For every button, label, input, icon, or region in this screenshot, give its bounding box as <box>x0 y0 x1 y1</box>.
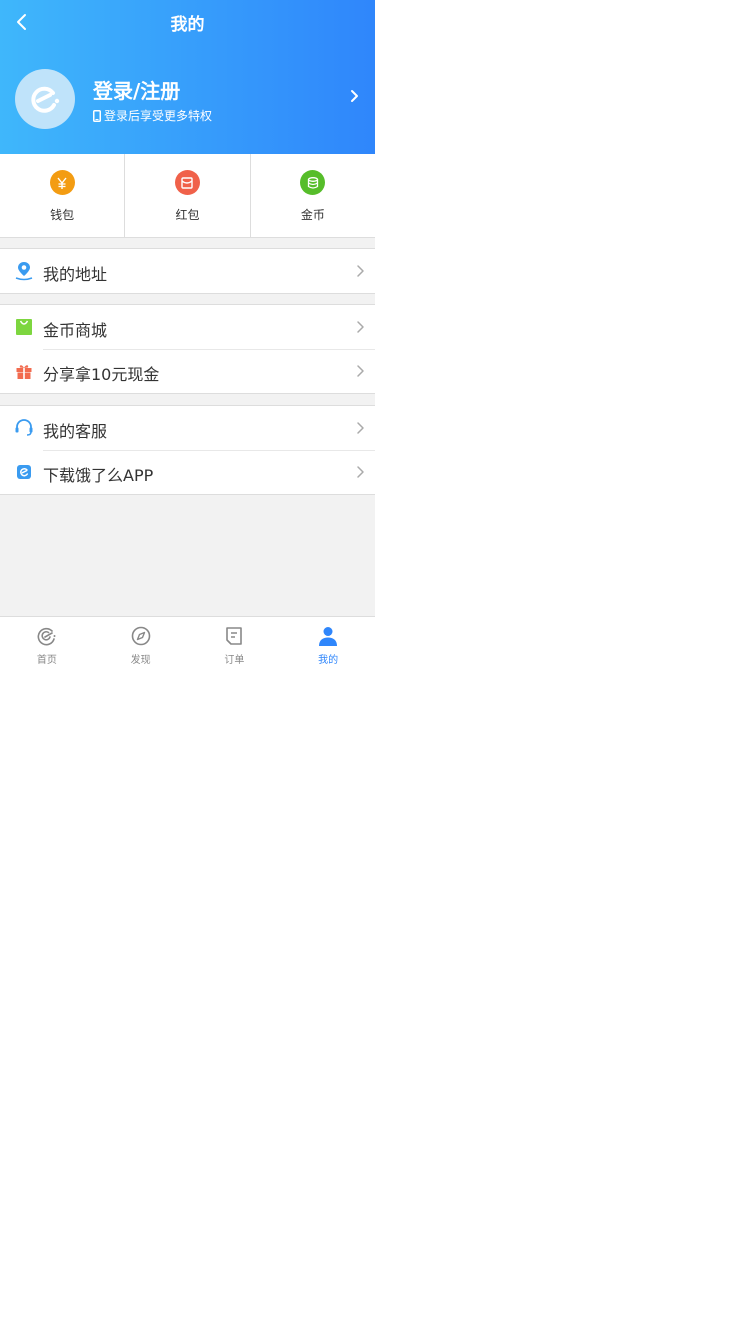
tab-label: 订单 <box>224 655 245 666</box>
login-subtitle-text: 登录后享受更多特权 <box>104 109 213 123</box>
wallet-label: 钱包 <box>50 208 75 222</box>
red-packet-label: 红包 <box>175 208 200 222</box>
menu-group-address: 我的地址 <box>0 248 375 294</box>
login-subtitle: 登录后享受更多特权 <box>93 107 212 124</box>
chevron-right-icon <box>357 365 364 377</box>
menu-label: 下载饿了么APP <box>43 466 154 485</box>
user-icon <box>319 627 338 646</box>
menu-item-share-cash[interactable]: 分享拿10元现金 <box>0 349 375 393</box>
login-register-link[interactable]: 登录/注册 <box>93 75 180 104</box>
tab-profile[interactable]: 我的 <box>281 617 375 673</box>
order-list-icon <box>226 627 243 645</box>
coin-label: 金币 <box>300 208 325 222</box>
chevron-right-icon[interactable] <box>348 88 360 104</box>
menu-label: 分享拿10元现金 <box>43 365 160 384</box>
shopping-bag-icon <box>16 319 32 335</box>
coin-icon <box>300 170 326 195</box>
menu-item-coin-mall[interactable]: 金币商城 <box>0 305 375 349</box>
page-title: 我的 <box>170 15 205 35</box>
app-logo-icon <box>17 465 31 479</box>
tab-discover[interactable]: 发现 <box>94 617 188 673</box>
wallet-icon <box>49 170 75 195</box>
coin-button[interactable]: 金币 <box>249 154 375 237</box>
tab-label: 我的 <box>318 655 339 666</box>
menu-label: 我的客服 <box>43 422 108 441</box>
compass-icon <box>131 626 150 646</box>
quick-actions: 钱包 红包 金币 <box>0 154 375 238</box>
profile-header: 我的 登录/注册 登录后享受更多特权 <box>0 0 375 154</box>
tab-label: 首页 <box>36 655 57 666</box>
chevron-right-icon <box>357 265 364 277</box>
headset-icon <box>15 419 33 436</box>
tab-orders[interactable]: 订单 <box>188 617 282 673</box>
red-packet-icon <box>174 170 200 195</box>
menu-label: 金币商城 <box>43 321 108 340</box>
tab-label: 发现 <box>130 655 151 666</box>
avatar[interactable] <box>15 69 75 129</box>
chevron-right-icon <box>357 321 364 333</box>
wallet-button[interactable]: 钱包 <box>0 154 124 237</box>
chevron-right-icon <box>357 422 364 434</box>
menu-group-support: 我的客服 下载饿了么APP <box>0 405 375 495</box>
menu-item-customer-service[interactable]: 我的客服 <box>0 406 375 450</box>
menu-group-rewards: 金币商城 分享拿10元现金 <box>0 304 375 394</box>
tab-home[interactable]: 首页 <box>0 617 94 673</box>
bottom-tab-bar: 首页 发现 订单 我的 <box>0 616 375 673</box>
chevron-right-icon <box>357 466 364 478</box>
red-packet-button[interactable]: 红包 <box>124 154 249 237</box>
menu-label: 我的地址 <box>43 265 108 284</box>
location-pin-icon <box>15 262 33 281</box>
eleme-logo-icon <box>31 86 60 113</box>
profile-screen: 我的 登录/注册 登录后享受更多特权 钱包 红包 金币 我的地址 金币商城 分享… <box>0 0 375 673</box>
menu-item-my-address[interactable]: 我的地址 <box>0 249 375 293</box>
eleme-logo-icon <box>37 627 56 646</box>
phone-icon <box>93 109 101 122</box>
gift-icon <box>16 365 32 379</box>
menu-item-download-app[interactable]: 下载饿了么APP <box>0 450 375 494</box>
